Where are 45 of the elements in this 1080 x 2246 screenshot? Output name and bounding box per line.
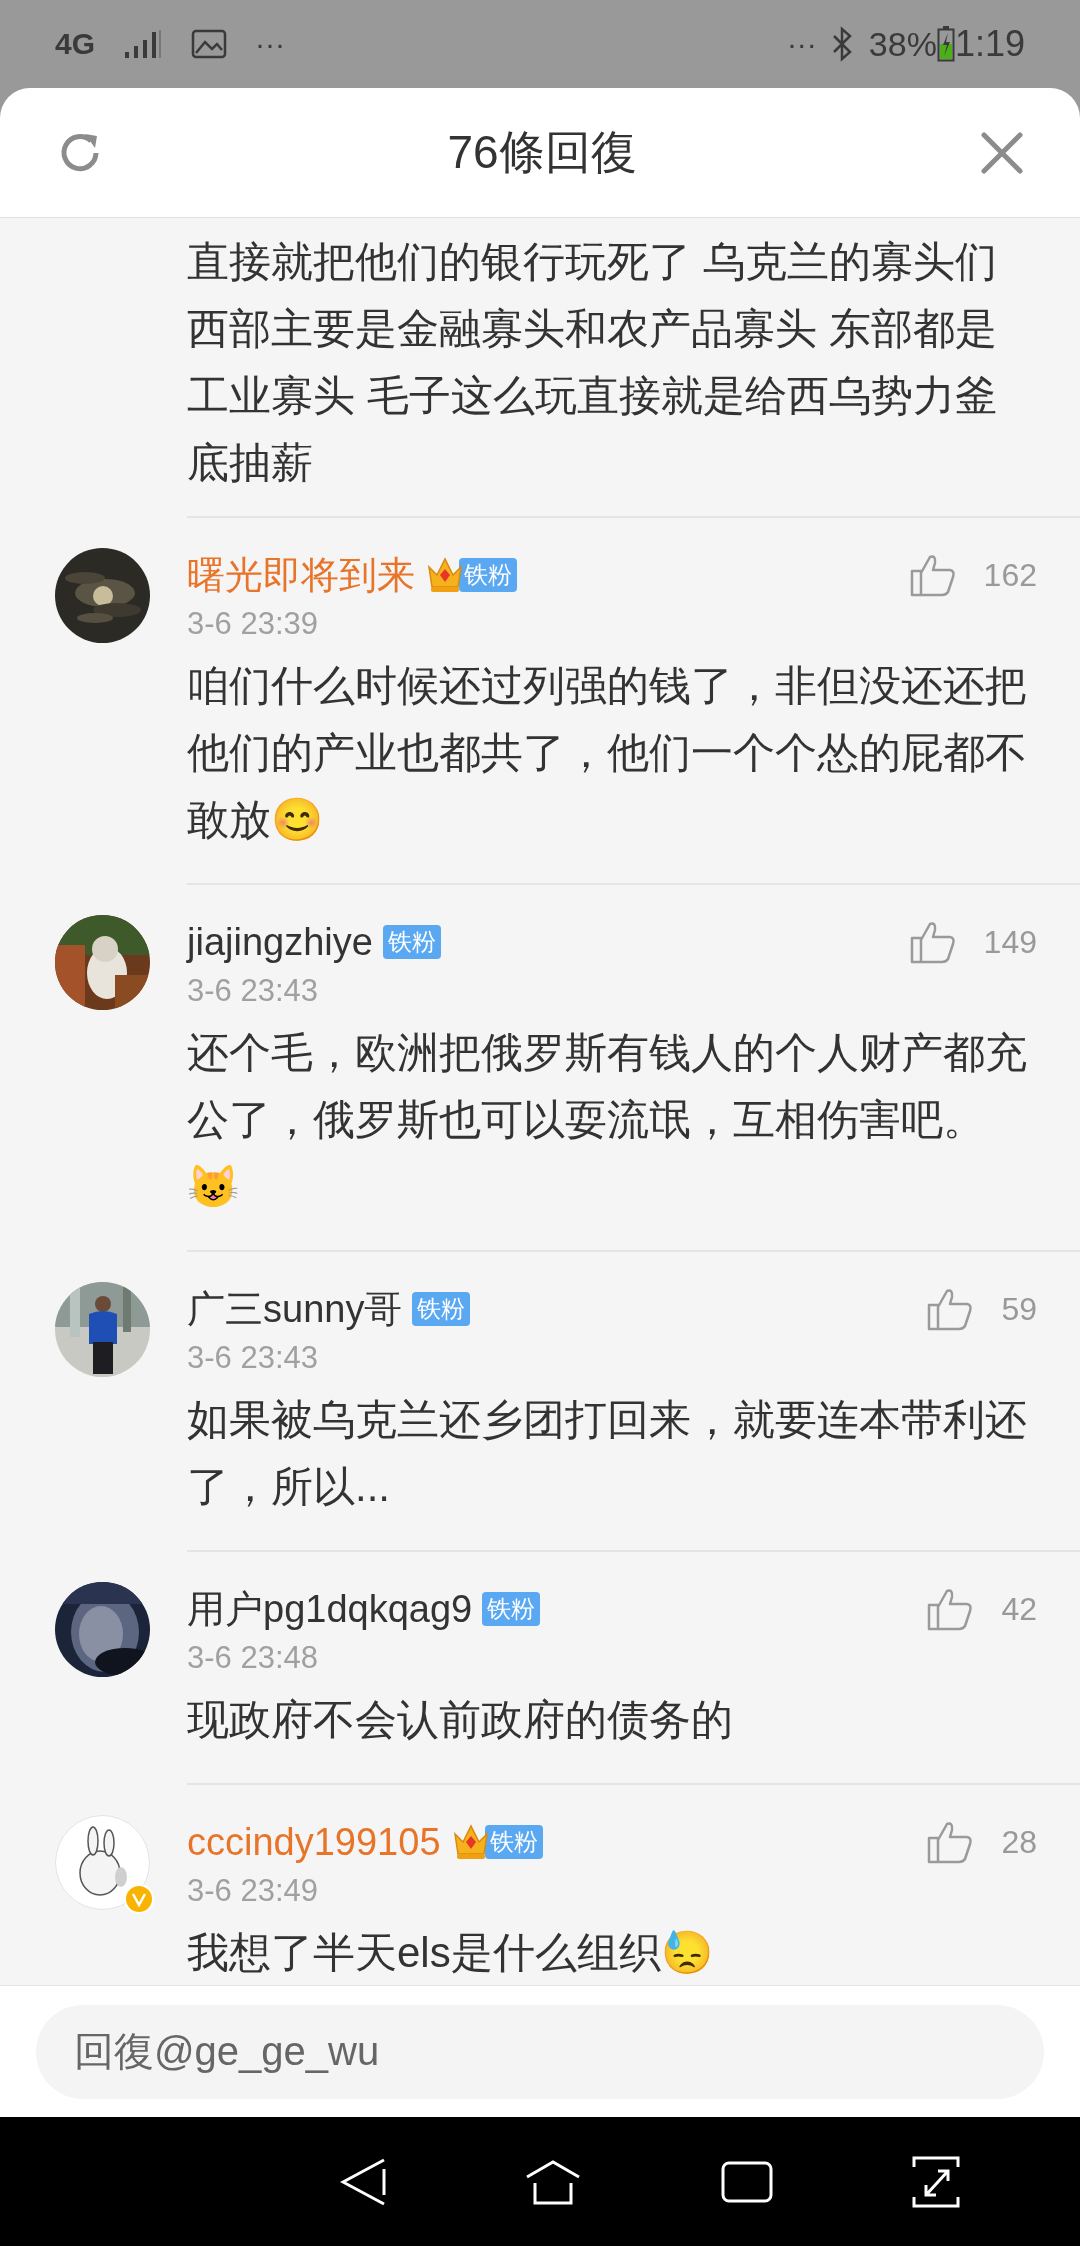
comment-text: 如果被乌克兰还乡团打回来，就要连本带利还了，所以...	[187, 1395, 1028, 1512]
like-icon[interactable]	[909, 920, 956, 964]
like-icon[interactable]	[927, 1820, 974, 1864]
network-indicator: 4G	[55, 29, 96, 59]
comment-text: 现政府不会认前政府的债务的	[187, 1695, 734, 1745]
like-icon[interactable]	[909, 553, 956, 597]
comment-text: 还个毛，欧洲把俄罗斯有钱人的个人财产都充公了，俄罗斯也可以耍流氓，互相伤害吧。 😺	[187, 1028, 1028, 1212]
battery-icon	[936, 26, 955, 62]
comment-text: 直接就把他们的银行玩死了 乌克兰的寡头们西部主要是金融寡头和农产品寡头 东部都是工业寡头 毛子这么玩直接就是给西乌势力釜底抽薪	[187, 237, 998, 488]
like-count: 59	[1001, 1293, 1037, 1325]
comment-text: 我想了半天els是什么组织😓	[187, 1928, 714, 1978]
image-icon	[191, 29, 228, 59]
username[interactable]: 用户pg1dqkqag9	[187, 1582, 473, 1636]
fan-badge: 铁粉	[482, 1592, 541, 1626]
like-icon[interactable]	[927, 1587, 974, 1631]
like-count: 42	[1001, 1593, 1037, 1625]
recent-apps-icon[interactable]	[720, 2160, 773, 2203]
comment-time: 3-6 23:48	[187, 1639, 319, 1677]
home-icon[interactable]	[525, 2158, 582, 2205]
comment-time: 3-6 23:43	[187, 1339, 319, 1377]
battery-percent: 38%	[868, 27, 937, 61]
clock: 1:19	[954, 26, 1025, 62]
crown-icon	[425, 555, 465, 595]
more-indicator: ···	[786, 29, 817, 59]
comment-text: 咱们什么时候还过列强的钱了，非但没还还把他们的产业也都共了，他们一个个怂的屁都不敢放😊	[187, 661, 1028, 845]
sheet-title: 76條回復	[446, 125, 638, 180]
fan-badge: 铁粉	[459, 558, 517, 592]
more-indicator: ···	[255, 29, 285, 59]
like-icon[interactable]	[927, 1287, 974, 1331]
expand-icon[interactable]	[912, 2154, 961, 2209]
fan-badge: 铁粉	[484, 1825, 543, 1859]
fan-badge: 铁粉	[412, 1292, 471, 1326]
comment-time: 3-6 23:49	[187, 1872, 319, 1910]
like-count: 28	[1001, 1826, 1037, 1858]
username[interactable]: 广三sunny哥	[187, 1282, 403, 1336]
fan-badge: 铁粉	[382, 925, 441, 959]
back-icon[interactable]	[339, 2156, 386, 2207]
comment-time: 3-6 23:39	[187, 605, 319, 643]
close-icon[interactable]	[979, 129, 1025, 176]
reply-field[interactable]: 回復@ge_ge_wu	[36, 2004, 1044, 2099]
signal-icon	[123, 28, 164, 60]
username[interactable]: jiajingzhiye	[187, 915, 373, 969]
like-count: 162	[983, 559, 1037, 591]
like-count: 149	[983, 926, 1037, 958]
comment-time: 3-6 23:43	[187, 972, 319, 1010]
